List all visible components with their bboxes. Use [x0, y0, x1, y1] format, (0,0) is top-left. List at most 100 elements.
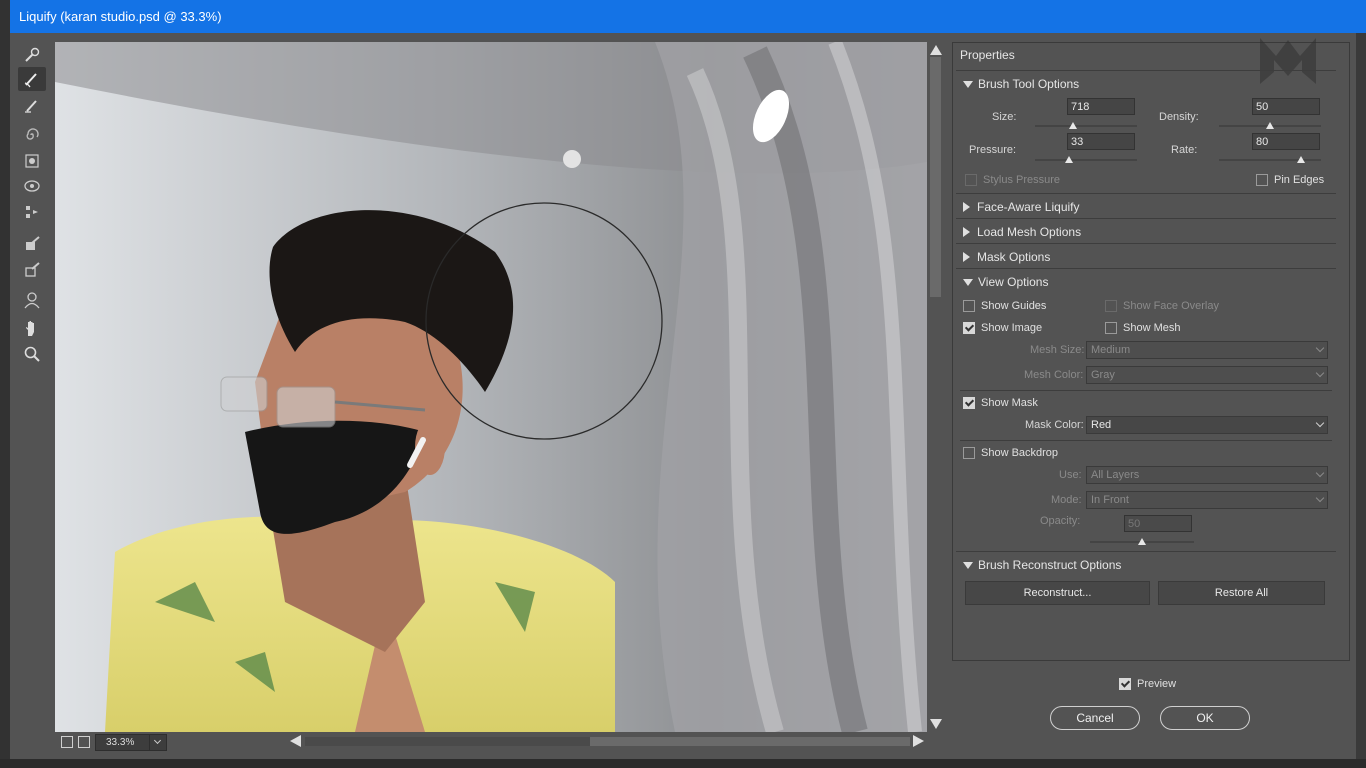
scroll-right-arrow-icon[interactable]: [913, 735, 924, 747]
divider: [960, 390, 1332, 391]
show-image-label: Show Image: [981, 322, 1043, 334]
chevron-down-icon: [1315, 418, 1325, 428]
zoom-tool-icon[interactable]: [22, 344, 42, 364]
scroll-down-arrow-icon[interactable]: [930, 719, 942, 729]
zoom-dropdown-icon[interactable]: [149, 735, 166, 750]
preview-label: Preview: [1137, 678, 1177, 690]
smooth-tool-icon[interactable]: [22, 95, 42, 115]
vertical-scroll-thumb[interactable]: [930, 57, 941, 297]
liquify-toolbar: [10, 40, 54, 370]
status-strip: [0, 759, 1366, 768]
mode-select[interactable]: In Front: [1086, 491, 1328, 509]
expand-triangle-icon: [963, 561, 973, 569]
expand-triangle-icon: [963, 278, 973, 286]
divider: [956, 551, 1336, 552]
section-brush-reconstruct-options[interactable]: Brush Reconstruct Options: [963, 558, 1121, 572]
show-backdrop-checkbox[interactable]: [963, 447, 975, 459]
mesh-size-label: Mesh Size:: [1030, 344, 1085, 356]
horizontal-scroll-thumb[interactable]: [590, 737, 910, 746]
stylus-pressure-checkbox[interactable]: [965, 174, 977, 186]
density-input[interactable]: 50: [1252, 98, 1320, 115]
show-mask-checkbox[interactable]: [963, 397, 975, 409]
bloat-tool-icon[interactable]: [22, 176, 42, 196]
vertical-scrollbar[interactable]: [927, 42, 944, 734]
section-view-options[interactable]: View Options: [963, 275, 1048, 289]
show-face-overlay-label: Show Face Overlay: [1123, 300, 1219, 312]
background-edge: [0, 0, 10, 768]
rate-input[interactable]: 80: [1252, 133, 1320, 150]
size-label: Size:: [992, 111, 1017, 123]
size-input[interactable]: 718: [1067, 98, 1135, 115]
pressure-slider[interactable]: [1035, 159, 1137, 161]
show-image-checkbox[interactable]: [963, 322, 975, 334]
show-mesh-checkbox[interactable]: [1105, 322, 1117, 334]
dialog-title-bar[interactable]: Liquify (karan studio.psd @ 33.3%): [10, 0, 1366, 33]
restore-all-button[interactable]: Restore All: [1158, 581, 1325, 605]
freeze-mask-tool-icon[interactable]: [22, 233, 42, 253]
rate-slider-knob[interactable]: [1296, 156, 1305, 163]
size-slider-knob[interactable]: [1068, 122, 1077, 129]
mesh-size-select[interactable]: Medium: [1086, 341, 1328, 359]
pressure-input[interactable]: 33: [1067, 133, 1135, 150]
section-label: Face-Aware Liquify: [977, 200, 1080, 214]
opacity-slider-knob[interactable]: [1138, 538, 1146, 545]
pin-edges-checkbox[interactable]: [1256, 174, 1268, 186]
divider: [956, 268, 1336, 269]
thaw-mask-tool-icon[interactable]: [22, 259, 42, 279]
push-left-tool-icon[interactable]: [22, 202, 42, 222]
pressure-slider-knob[interactable]: [1064, 156, 1073, 163]
photo-preview: [55, 42, 927, 732]
show-guides-checkbox[interactable]: [963, 300, 975, 312]
cancel-button[interactable]: Cancel: [1050, 706, 1140, 730]
show-mesh-label: Show Mesh: [1123, 322, 1181, 334]
mesh-color-label: Mesh Color:: [1024, 369, 1084, 381]
show-face-overlay-checkbox[interactable]: [1105, 300, 1117, 312]
reconstruct-tool-icon[interactable]: [18, 67, 46, 91]
watermark-logo: [1260, 38, 1316, 84]
section-label: Load Mesh Options: [977, 225, 1082, 239]
density-slider-knob[interactable]: [1266, 122, 1274, 129]
face-tool-icon[interactable]: [22, 290, 42, 310]
section-label: Mask Options: [977, 250, 1051, 264]
image-canvas[interactable]: [55, 42, 927, 732]
chevron-down-icon: [1315, 493, 1325, 503]
hand-tool-icon[interactable]: [22, 319, 42, 339]
use-select[interactable]: All Layers: [1086, 466, 1328, 484]
mode-label: Mode:: [1051, 494, 1082, 506]
scroll-left-arrow-icon[interactable]: [290, 735, 301, 747]
expand-triangle-icon: [963, 80, 973, 88]
zoom-level-field[interactable]: 33.3%: [95, 734, 167, 751]
size-slider[interactable]: [1035, 125, 1137, 127]
chevron-down-icon: [1315, 368, 1325, 378]
section-mask-options[interactable]: Mask Options: [963, 250, 1050, 264]
mesh-color-select[interactable]: Gray: [1086, 366, 1328, 384]
reconstruct-button[interactable]: Reconstruct...: [965, 581, 1150, 605]
ok-button[interactable]: OK: [1160, 706, 1250, 730]
fit-screen-icon[interactable]: [61, 736, 73, 748]
opacity-label: Opacity:: [1040, 515, 1081, 527]
zoom-level-value: 33.3%: [106, 737, 135, 748]
rate-slider[interactable]: [1219, 159, 1321, 161]
twirl-tool-icon[interactable]: [22, 125, 42, 145]
section-load-mesh-options[interactable]: Load Mesh Options: [963, 225, 1081, 239]
rate-label: Rate:: [1171, 144, 1198, 156]
dialog-title: Liquify (karan studio.psd @ 33.3%): [19, 9, 222, 24]
mesh-color-value: Gray: [1091, 369, 1115, 381]
section-label: Brush Tool Options: [978, 77, 1080, 91]
forward-warp-tool-icon[interactable]: [22, 45, 42, 65]
pucker-tool-icon[interactable]: [22, 151, 42, 171]
mask-color-select[interactable]: Red: [1086, 416, 1328, 434]
show-mask-label: Show Mask: [981, 397, 1038, 409]
use-value: All Layers: [1091, 469, 1140, 481]
scroll-up-arrow-icon[interactable]: [930, 45, 942, 55]
stylus-pressure-label: Stylus Pressure: [983, 174, 1061, 186]
actual-pixels-icon[interactable]: [78, 736, 90, 748]
preview-checkbox[interactable]: [1119, 678, 1131, 690]
pressure-label: Pressure:: [969, 144, 1017, 156]
divider: [956, 218, 1336, 219]
use-label: Use:: [1059, 469, 1082, 481]
section-face-aware-liquify[interactable]: Face-Aware Liquify: [963, 200, 1080, 214]
section-brush-tool-options[interactable]: Brush Tool Options: [963, 77, 1079, 91]
pin-edges-label: Pin Edges: [1274, 174, 1325, 186]
opacity-input[interactable]: 50: [1124, 515, 1192, 532]
